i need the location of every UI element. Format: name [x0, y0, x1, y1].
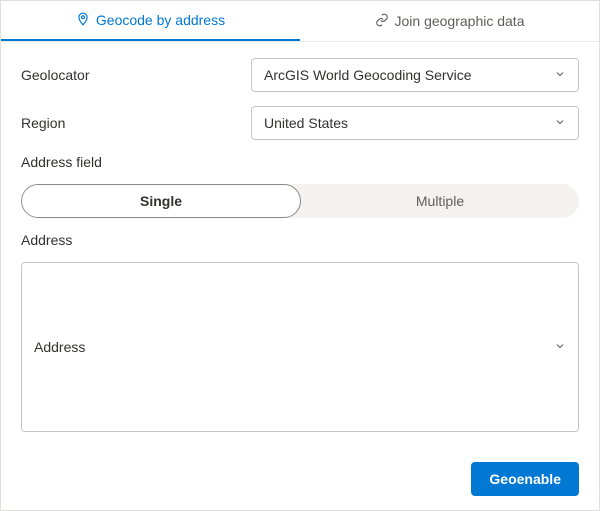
row-region: Region United States	[21, 106, 579, 140]
address-field-label: Address field	[21, 154, 579, 170]
geolocator-label: Geolocator	[21, 67, 251, 83]
address-field-segmented: Single Multiple	[21, 184, 579, 218]
tab-label: Join geographic data	[395, 13, 525, 29]
chevron-down-icon	[554, 67, 566, 83]
chevron-down-icon	[554, 339, 566, 355]
region-select[interactable]: United States	[251, 106, 579, 140]
geolocator-value: ArcGIS World Geocoding Service	[264, 67, 472, 83]
geolocator-select[interactable]: ArcGIS World Geocoding Service	[251, 58, 579, 92]
form-content: Geolocator ArcGIS World Geocoding Servic…	[1, 42, 599, 448]
segment-label: Multiple	[416, 193, 464, 209]
tabs: Geocode by address Join geographic data	[1, 1, 599, 42]
address-label: Address	[21, 232, 579, 248]
address-value: Address	[34, 339, 85, 355]
tab-geocode-by-address[interactable]: Geocode by address	[1, 1, 300, 41]
address-select[interactable]: Address	[21, 262, 579, 432]
geoenable-button[interactable]: Geoenable	[471, 462, 579, 496]
region-value: United States	[264, 115, 348, 131]
chevron-down-icon	[554, 115, 566, 131]
tab-label: Geocode by address	[96, 12, 225, 28]
footer: Geoenable	[1, 448, 599, 510]
region-label: Region	[21, 115, 251, 131]
segment-multiple[interactable]: Multiple	[301, 184, 579, 218]
pin-icon	[76, 12, 90, 29]
row-geolocator: Geolocator ArcGIS World Geocoding Servic…	[21, 58, 579, 92]
segment-single[interactable]: Single	[21, 184, 301, 218]
segment-label: Single	[140, 193, 182, 209]
tab-join-geographic-data[interactable]: Join geographic data	[300, 1, 599, 41]
link-icon	[375, 13, 389, 30]
